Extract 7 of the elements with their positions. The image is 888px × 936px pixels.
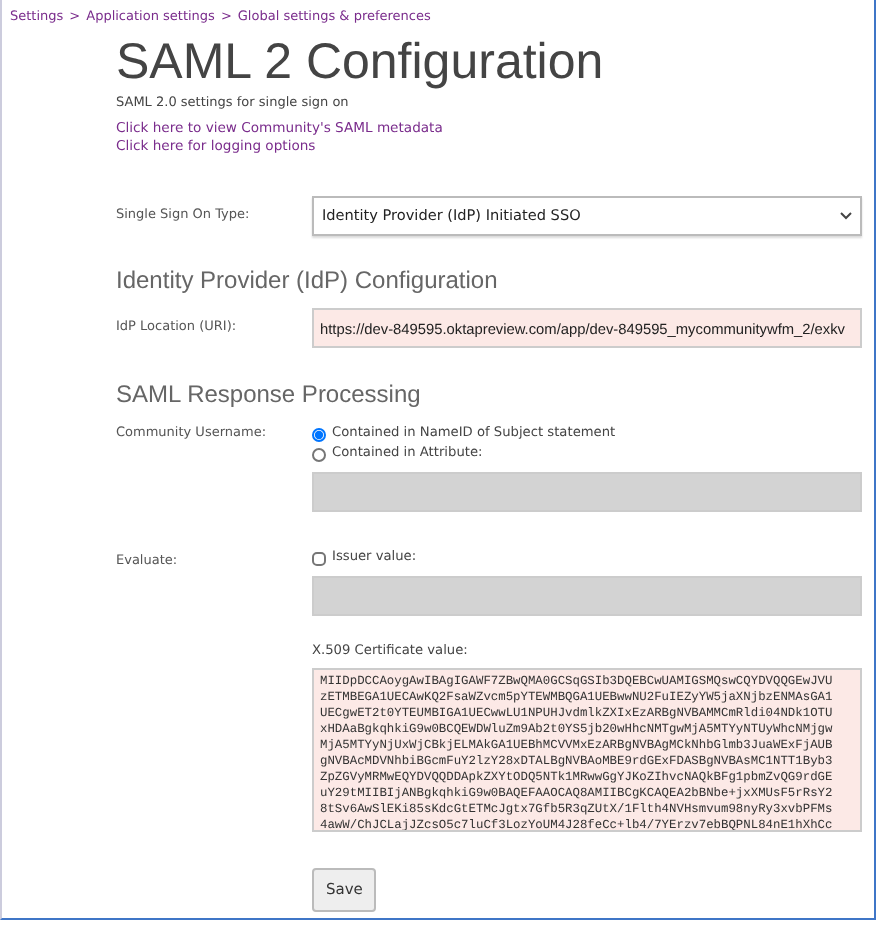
radio-button[interactable] — [312, 427, 326, 442]
page-title: SAML 2 Configuration — [116, 35, 606, 91]
radio-button[interactable] — [312, 447, 326, 462]
section-heading: SAML Response Processing — [116, 378, 423, 413]
checkbox[interactable] — [312, 551, 326, 566]
caret-icon — [840, 212, 852, 221]
section-heading: Identity Provider (IdP) Configuration — [116, 264, 500, 299]
